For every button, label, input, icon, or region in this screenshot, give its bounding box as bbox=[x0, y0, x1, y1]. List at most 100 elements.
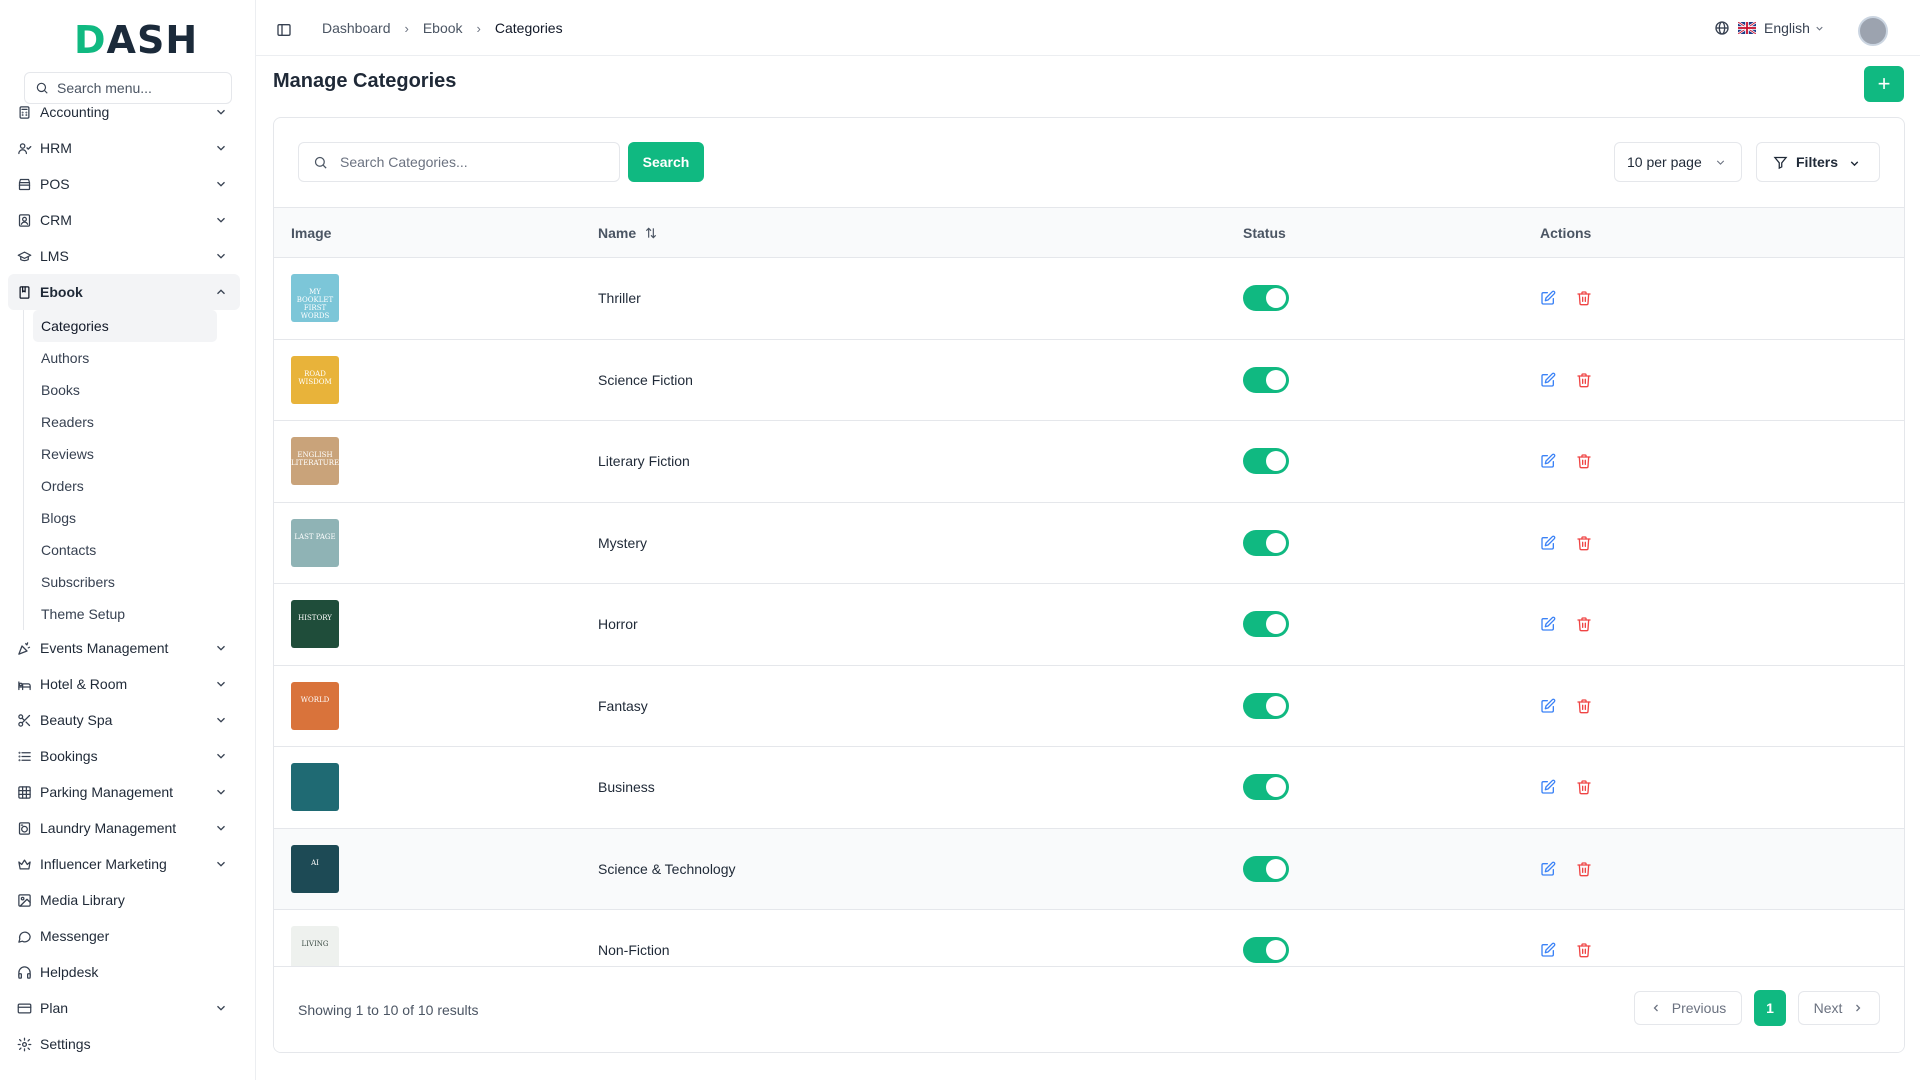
sidebar-item-hotel-room[interactable]: Hotel & Room bbox=[8, 666, 240, 702]
sidebar-subitem-readers[interactable]: Readers bbox=[33, 406, 217, 438]
sidebar-item-pos[interactable]: POS bbox=[8, 166, 240, 202]
column-name[interactable]: Name bbox=[598, 225, 658, 241]
sidebar-nav: Accounting HRM POS CRM LMS Ebook Categories Aut… bbox=[8, 100, 240, 1070]
chevron-down-icon bbox=[217, 145, 225, 151]
sidebar-item-bookings[interactable]: Bookings bbox=[8, 738, 240, 774]
status-toggle[interactable] bbox=[1243, 448, 1289, 474]
trash-icon[interactable] bbox=[1576, 779, 1592, 795]
trash-icon[interactable] bbox=[1576, 290, 1592, 306]
cover-text: HISTORY bbox=[298, 614, 332, 622]
sidebar-item-parking-management[interactable]: Parking Management bbox=[8, 774, 240, 810]
sidebar-item-label: POS bbox=[40, 176, 70, 192]
trash-icon[interactable] bbox=[1576, 535, 1592, 551]
washing-machine-icon bbox=[16, 820, 32, 836]
trash-icon[interactable] bbox=[1576, 616, 1592, 632]
sidebar-item-influencer-marketing[interactable]: Influencer Marketing bbox=[8, 846, 240, 882]
sidebar-item-label: Bookings bbox=[40, 748, 98, 764]
chevron-down-icon bbox=[217, 789, 225, 795]
sidebar-item-messenger[interactable]: Messenger bbox=[8, 918, 240, 954]
sidebar-item-events-management[interactable]: Events Management bbox=[8, 630, 240, 666]
edit-icon[interactable] bbox=[1540, 861, 1556, 877]
edit-icon[interactable] bbox=[1540, 290, 1556, 306]
status-toggle[interactable] bbox=[1243, 366, 1289, 393]
edit-icon[interactable] bbox=[1540, 453, 1556, 469]
edit-icon[interactable] bbox=[1540, 535, 1556, 551]
table-row: ENGLISH LITERATURE Literary Fiction bbox=[274, 421, 1904, 503]
edit-icon[interactable] bbox=[1540, 372, 1556, 388]
sidebar-item-helpdesk[interactable]: Helpdesk bbox=[8, 954, 240, 990]
category-image: HISTORY bbox=[291, 600, 339, 648]
trash-icon[interactable] bbox=[1576, 698, 1592, 714]
trash-icon[interactable] bbox=[1576, 861, 1592, 877]
search-icon bbox=[36, 82, 48, 94]
category-name: Mystery bbox=[598, 534, 647, 551]
sidebar-item-lms[interactable]: LMS bbox=[8, 238, 240, 274]
cover-text: WORLD bbox=[300, 695, 330, 704]
sidebar-subitem-orders[interactable]: Orders bbox=[33, 470, 217, 502]
graduation-cap-icon bbox=[16, 248, 32, 264]
breadcrumb-dashboard[interactable]: Dashboard bbox=[322, 20, 391, 36]
search-button[interactable]: Search bbox=[628, 142, 704, 182]
category-name: Literary Fiction bbox=[598, 453, 690, 469]
column-name-label: Name bbox=[598, 225, 637, 241]
trash-icon[interactable] bbox=[1576, 453, 1592, 469]
sidebar-item-label: Laundry Management bbox=[40, 820, 177, 836]
language-label: English bbox=[1764, 20, 1810, 36]
sidebar-subitem-reviews[interactable]: Reviews bbox=[33, 438, 217, 470]
status-toggle[interactable] bbox=[1243, 285, 1289, 311]
sidebar-item-settings[interactable]: Settings bbox=[8, 1026, 240, 1062]
sidebar-item-hrm[interactable]: HRM bbox=[8, 130, 240, 166]
edit-icon[interactable] bbox=[1540, 698, 1556, 714]
sidebar-item-ebook[interactable]: Ebook bbox=[8, 274, 240, 310]
dash-logo[interactable]: DASH bbox=[74, 18, 198, 62]
category-search[interactable] bbox=[298, 142, 620, 182]
status-toggle[interactable] bbox=[1243, 692, 1289, 719]
breadcrumb-ebook[interactable]: Ebook bbox=[423, 20, 463, 36]
next-page-button[interactable]: Next bbox=[1798, 991, 1880, 1025]
page-1-button[interactable]: 1 bbox=[1754, 990, 1786, 1026]
sidebar-item-crm[interactable]: CRM bbox=[8, 202, 240, 238]
sidebar-item-accounting[interactable]: Accounting bbox=[8, 100, 240, 130]
table-row: MY BOOKLET FIRST WORDS Thriller bbox=[274, 258, 1904, 340]
per-page-select[interactable]: 10 per page bbox=[1614, 142, 1742, 182]
sidebar-search-input[interactable] bbox=[57, 80, 217, 96]
edit-icon[interactable] bbox=[1540, 616, 1556, 632]
filters-button[interactable]: Filters bbox=[1756, 142, 1880, 182]
sidebar-item-label: Plan bbox=[40, 1000, 69, 1016]
trash-icon[interactable] bbox=[1576, 372, 1592, 388]
sort-icon[interactable] bbox=[644, 226, 658, 240]
sidebar-item-label: Accounting bbox=[40, 104, 110, 120]
scissors-icon bbox=[16, 712, 32, 728]
sidebar-subitem-categories[interactable]: Categories bbox=[33, 310, 217, 342]
sidebar-subitem-authors[interactable]: Authors bbox=[33, 342, 217, 374]
filter-icon bbox=[1773, 156, 1788, 169]
status-toggle[interactable] bbox=[1243, 774, 1289, 800]
status-toggle[interactable] bbox=[1243, 611, 1289, 637]
sidebar-subitem-subscribers[interactable]: Subscribers bbox=[33, 566, 217, 598]
status-toggle[interactable] bbox=[1243, 937, 1289, 963]
edit-icon[interactable] bbox=[1540, 779, 1556, 795]
chevron-down-icon bbox=[217, 181, 225, 187]
sidebar-item-plan[interactable]: Plan bbox=[8, 990, 240, 1026]
sidebar-item-media-library[interactable]: Media Library bbox=[8, 882, 240, 918]
sidebar-item-laundry-management[interactable]: Laundry Management bbox=[8, 810, 240, 846]
status-toggle[interactable] bbox=[1243, 855, 1289, 882]
previous-page-button[interactable]: Previous bbox=[1634, 991, 1742, 1025]
sidebar-subitem-blogs[interactable]: Blogs bbox=[33, 502, 217, 534]
category-search-input[interactable] bbox=[340, 154, 600, 170]
status-toggle[interactable] bbox=[1243, 529, 1289, 556]
add-category-button[interactable]: + bbox=[1864, 66, 1904, 102]
sidebar-subitem-books[interactable]: Books bbox=[33, 374, 217, 406]
sidebar-subitem-theme-setup[interactable]: Theme Setup bbox=[33, 598, 217, 630]
users-icon bbox=[16, 140, 32, 156]
sidebar-item-beauty-spa[interactable]: Beauty Spa bbox=[8, 702, 240, 738]
chevron-down-icon bbox=[1850, 161, 1859, 167]
edit-icon[interactable] bbox=[1540, 942, 1556, 958]
trash-icon[interactable] bbox=[1576, 942, 1592, 958]
table-toolbar: Search 10 per page Filters bbox=[274, 118, 1904, 208]
sidebar-toggle-icon[interactable] bbox=[276, 22, 292, 38]
sidebar-subitem-contacts[interactable]: Contacts bbox=[33, 534, 217, 566]
language-selector[interactable]: English bbox=[1714, 20, 1825, 36]
user-avatar[interactable] bbox=[1858, 16, 1888, 46]
cover-text: MY BOOKLET FIRST WORDS bbox=[296, 288, 334, 320]
